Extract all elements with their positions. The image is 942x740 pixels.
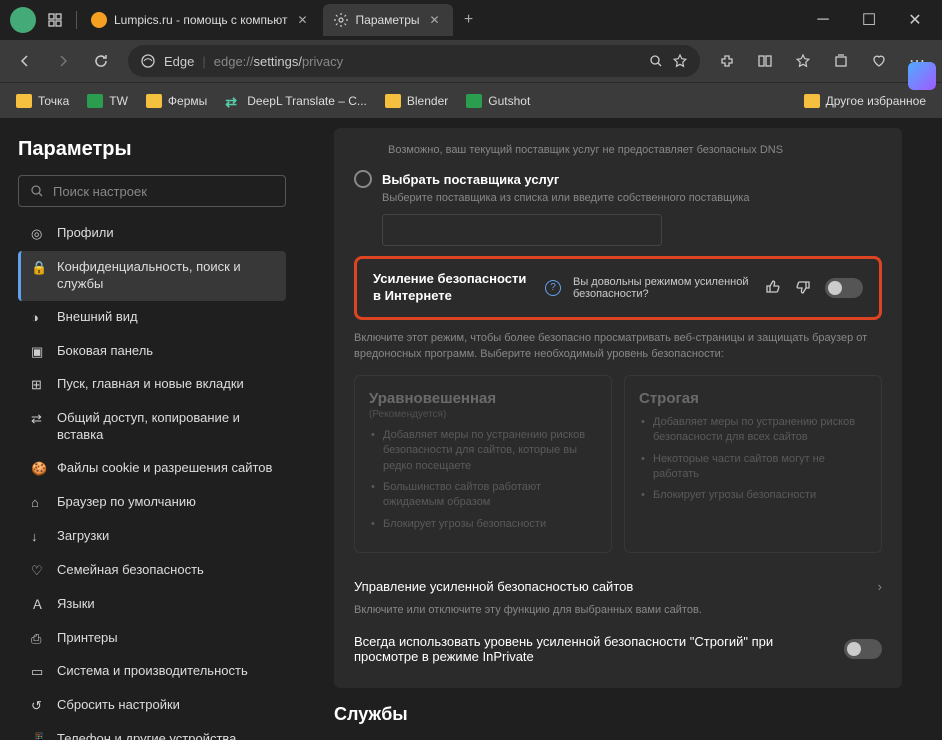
manage-security-link[interactable]: Управление усиленной безопасностью сайто… (354, 569, 882, 604)
sidebar-item[interactable]: 🔒Конфиденциальность, поиск и службы (18, 251, 286, 301)
titlebar: Lumpics.ru - помощь с компьют ✕ Параметр… (0, 0, 942, 40)
provider-input[interactable] (382, 214, 662, 246)
nav-icon: ↺ (31, 698, 47, 715)
bookmark-item[interactable]: Фермы (140, 90, 213, 112)
search-icon[interactable] (648, 53, 664, 69)
nav-icon: ◎ (31, 226, 47, 243)
sidebar-item[interactable]: ▣Боковая панель (18, 335, 286, 369)
nav-icon: ⊞ (31, 377, 47, 394)
site-icon (87, 94, 103, 108)
minimize-button[interactable]: ─ (800, 0, 846, 40)
close-icon[interactable]: ✕ (427, 12, 443, 28)
folder-icon (16, 94, 32, 108)
maximize-button[interactable]: ☐ (846, 0, 892, 40)
chevron-right-icon: › (878, 579, 882, 594)
sidebar-item[interactable]: 📱Телефон и другие устройства (18, 723, 286, 740)
favorite-icon[interactable] (672, 53, 688, 69)
sidebar-item[interactable]: ↺Сбросить настройки (18, 689, 286, 723)
split-icon[interactable] (748, 44, 782, 78)
search-icon (29, 183, 45, 199)
forward-button[interactable] (46, 44, 80, 78)
gear-icon (333, 12, 349, 28)
sidebar-item[interactable]: ◑Внешний вид (18, 301, 286, 335)
deepl-icon: ⇄ (225, 94, 241, 108)
inprivate-toggle[interactable] (844, 639, 882, 659)
refresh-button[interactable] (84, 44, 118, 78)
nav-icon: Ａ (31, 597, 47, 614)
dns-note: Возможно, ваш текущий поставщик услуг не… (388, 144, 882, 156)
sidebar-title: Параметры (18, 138, 286, 161)
url-text: edge://settings/privacy (214, 54, 343, 69)
strict-card[interactable]: Строгая Добавляет меры по устранению рис… (624, 375, 882, 553)
toolbar: Edge | edge://settings/privacy ⋯ (0, 40, 942, 82)
nav-icon: ▭ (31, 664, 47, 681)
nav-icon: ⌂ (31, 495, 47, 512)
favorites-icon[interactable] (786, 44, 820, 78)
services-heading: Службы (334, 704, 902, 725)
sidebar-item[interactable]: ⎙Принтеры (18, 622, 286, 656)
thumbs-down-icon[interactable] (795, 279, 813, 297)
sidebar-item[interactable]: ▭Система и производительность (18, 655, 286, 689)
sidebar-item[interactable]: ◎Профили (18, 217, 286, 251)
nav-icon: 📱 (31, 732, 47, 740)
collections-icon[interactable] (824, 44, 858, 78)
settings-sidebar: Параметры Поиск настроек ◎Профили🔒Конфид… (0, 118, 304, 740)
nav-icon: ⎙ (31, 631, 47, 648)
new-tab-button[interactable]: + (455, 6, 483, 34)
bookmark-item[interactable]: ⇄DeepL Translate – C... (219, 90, 373, 112)
bookmark-item[interactable]: Blender (379, 90, 454, 112)
tab-lumpics[interactable]: Lumpics.ru - помощь с компьют ✕ (81, 4, 321, 36)
security-toggle[interactable] (825, 278, 863, 298)
settings-search[interactable]: Поиск настроек (18, 175, 286, 207)
bookmarks-bar: Точка TW Фермы ⇄DeepL Translate – C... B… (0, 82, 942, 118)
settings-content: Возможно, ваш текущий поставщик услуг не… (304, 118, 942, 740)
info-icon[interactable]: ? (545, 280, 561, 296)
other-bookmarks[interactable]: Другое избранное (798, 90, 932, 112)
inprivate-strict-toggle-row: Всегда использовать уровень усиленной бе… (354, 626, 882, 672)
workspaces-icon[interactable] (42, 7, 68, 33)
balanced-card[interactable]: Уравновешенная (Рекомендуется) Добавляет… (354, 375, 612, 553)
sidebar-item[interactable]: ⌂Браузер по умолчанию (18, 486, 286, 520)
browser-label: Edge (164, 54, 194, 69)
back-button[interactable] (8, 44, 42, 78)
favicon (91, 12, 107, 28)
security-title: Усиление безопасности в Интернете (373, 271, 533, 305)
sidebar-item[interactable]: 🍪Файлы cookie и разрешения сайтов (18, 452, 286, 486)
site-icon (466, 94, 482, 108)
nav-icon: 🍪 (31, 461, 47, 478)
folder-icon (385, 94, 401, 108)
close-window-button[interactable]: ✕ (892, 0, 938, 40)
folder-icon (804, 94, 820, 108)
bookmark-item[interactable]: Точка (10, 90, 75, 112)
profile-avatar[interactable] (10, 7, 36, 33)
bookmark-item[interactable]: TW (81, 90, 134, 112)
radio-icon (354, 170, 372, 188)
sidebar-item[interactable]: ⇄Общий доступ, копирование и вставка (18, 402, 286, 452)
thumbs-up-icon[interactable] (765, 279, 783, 297)
tab-settings[interactable]: Параметры ✕ (323, 4, 453, 36)
nav-icon: ↓ (31, 529, 47, 546)
sidebar-item[interactable]: ↓Загрузки (18, 520, 286, 554)
folder-icon (146, 94, 162, 108)
copilot-button[interactable] (908, 62, 936, 90)
nav-icon: ♡ (31, 563, 47, 580)
sidebar-item[interactable]: ♡Семейная безопасность (18, 554, 286, 588)
nav-icon: ⇄ (31, 411, 47, 428)
nav-icon: ▣ (31, 344, 47, 361)
extensions-icon[interactable] (710, 44, 744, 78)
nav-icon: 🔒 (31, 260, 47, 277)
edge-icon (140, 53, 156, 69)
address-bar[interactable]: Edge | edge://settings/privacy (128, 45, 700, 77)
sidebar-item[interactable]: ⊞Пуск, главная и новые вкладки (18, 368, 286, 402)
close-icon[interactable]: ✕ (295, 12, 311, 28)
enhanced-security-header: Усиление безопасности в Интернете ? Вы д… (354, 256, 882, 320)
provider-radio[interactable]: Выбрать поставщика услуг (354, 170, 882, 188)
heart-icon[interactable] (862, 44, 896, 78)
bookmark-item[interactable]: Gutshot (460, 90, 536, 112)
nav-icon: ◑ (31, 310, 47, 327)
sidebar-item[interactable]: ＡЯзыки (18, 588, 286, 622)
